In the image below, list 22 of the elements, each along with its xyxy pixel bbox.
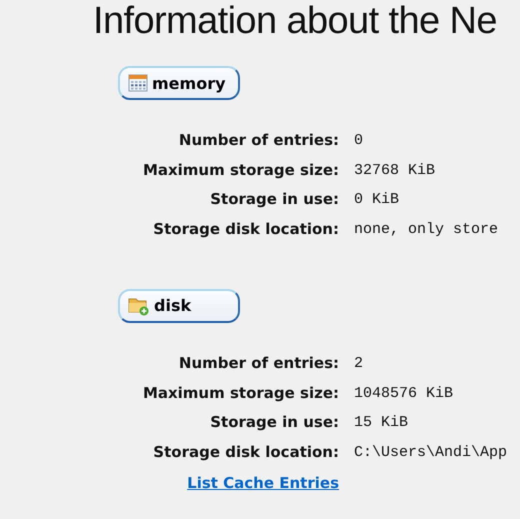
field-label: Number of entries: bbox=[178, 352, 339, 374]
field-label: Storage disk location: bbox=[152, 219, 339, 240]
field-value: 0 bbox=[354, 131, 364, 151]
field-value: 32768 KiB bbox=[354, 160, 436, 181]
field-value: C:\Users\Andi\App bbox=[354, 442, 508, 463]
section-title: disk bbox=[154, 296, 192, 316]
field-label: Storage disk location: bbox=[152, 442, 339, 463]
field-label: Storage in use: bbox=[209, 412, 339, 434]
field-label: Number of entries: bbox=[178, 130, 339, 151]
table-icon bbox=[128, 74, 148, 92]
field-label: Maximum storage size: bbox=[142, 382, 339, 404]
list-cache-link[interactable]: List Cache Entries bbox=[118, 468, 339, 499]
field-value: 1048576 KiB bbox=[354, 384, 454, 404]
field-label: Storage in use: bbox=[209, 189, 339, 210]
field-value: 0 KiB bbox=[354, 190, 400, 210]
page-title: Information about the Ne bbox=[93, 0, 497, 42]
folder-add-icon bbox=[128, 296, 150, 316]
field-value: none, only store bbox=[354, 220, 500, 240]
field-value: 2 bbox=[354, 354, 364, 374]
field-value: 15 KiB bbox=[354, 413, 410, 434]
field-label: Maximum storage size: bbox=[142, 160, 339, 181]
section-title: memory bbox=[152, 74, 226, 92]
